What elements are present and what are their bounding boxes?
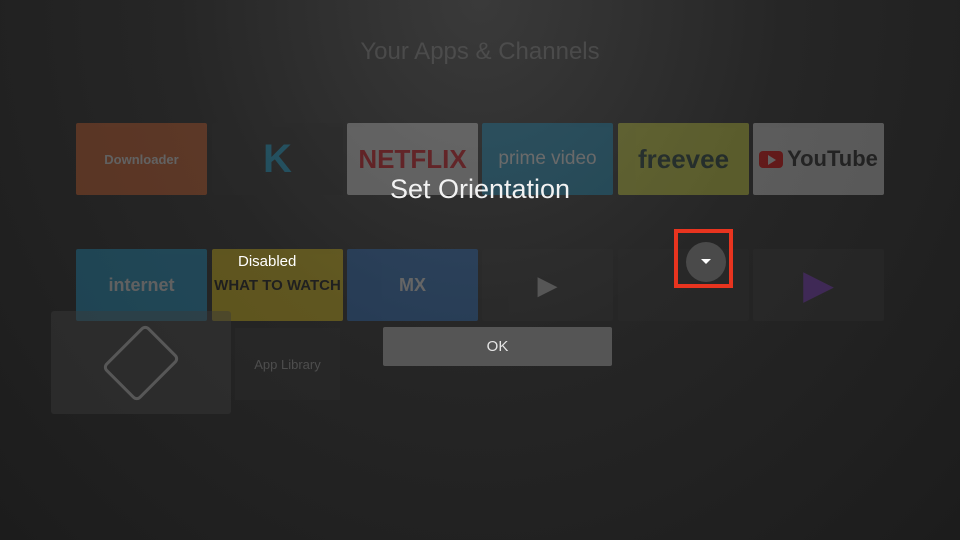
app-tile-label: WHAT TO WATCH	[214, 276, 341, 294]
screen-rotation-icon	[101, 322, 181, 403]
app-tile-label: MX	[399, 274, 426, 295]
app-tile-label: prime video	[498, 148, 597, 169]
app-library-label: App Library	[254, 356, 321, 372]
orientation-value: Disabled	[238, 253, 297, 270]
play-icon: ▶	[537, 269, 558, 300]
app-tile-label: internet	[108, 274, 175, 295]
app-tile-label: Downloader	[104, 151, 179, 167]
ok-button-label: OK	[486, 338, 509, 355]
app-tile-label: YouTube	[787, 146, 878, 171]
dialog-title: Set Orientation	[389, 174, 571, 204]
app-tile-play: ▶	[482, 249, 613, 321]
youtube-play-icon	[759, 150, 784, 168]
chevron-down-icon	[701, 259, 711, 264]
app-tile-play-circle: ▶	[753, 249, 884, 321]
app-tile-label: NETFLIX	[358, 143, 467, 174]
play-circle-icon: ▶	[803, 263, 834, 307]
app-tile-mx-player: MX	[347, 249, 478, 321]
app-library-tile: App Library	[235, 328, 340, 400]
app-tile-label: freevee	[637, 143, 730, 174]
orientation-dropdown-button[interactable]	[686, 242, 726, 282]
app-tile-rotation	[51, 311, 231, 414]
ok-button[interactable]: OK	[383, 327, 612, 366]
background-title: Your Apps & Channels	[360, 38, 600, 65]
